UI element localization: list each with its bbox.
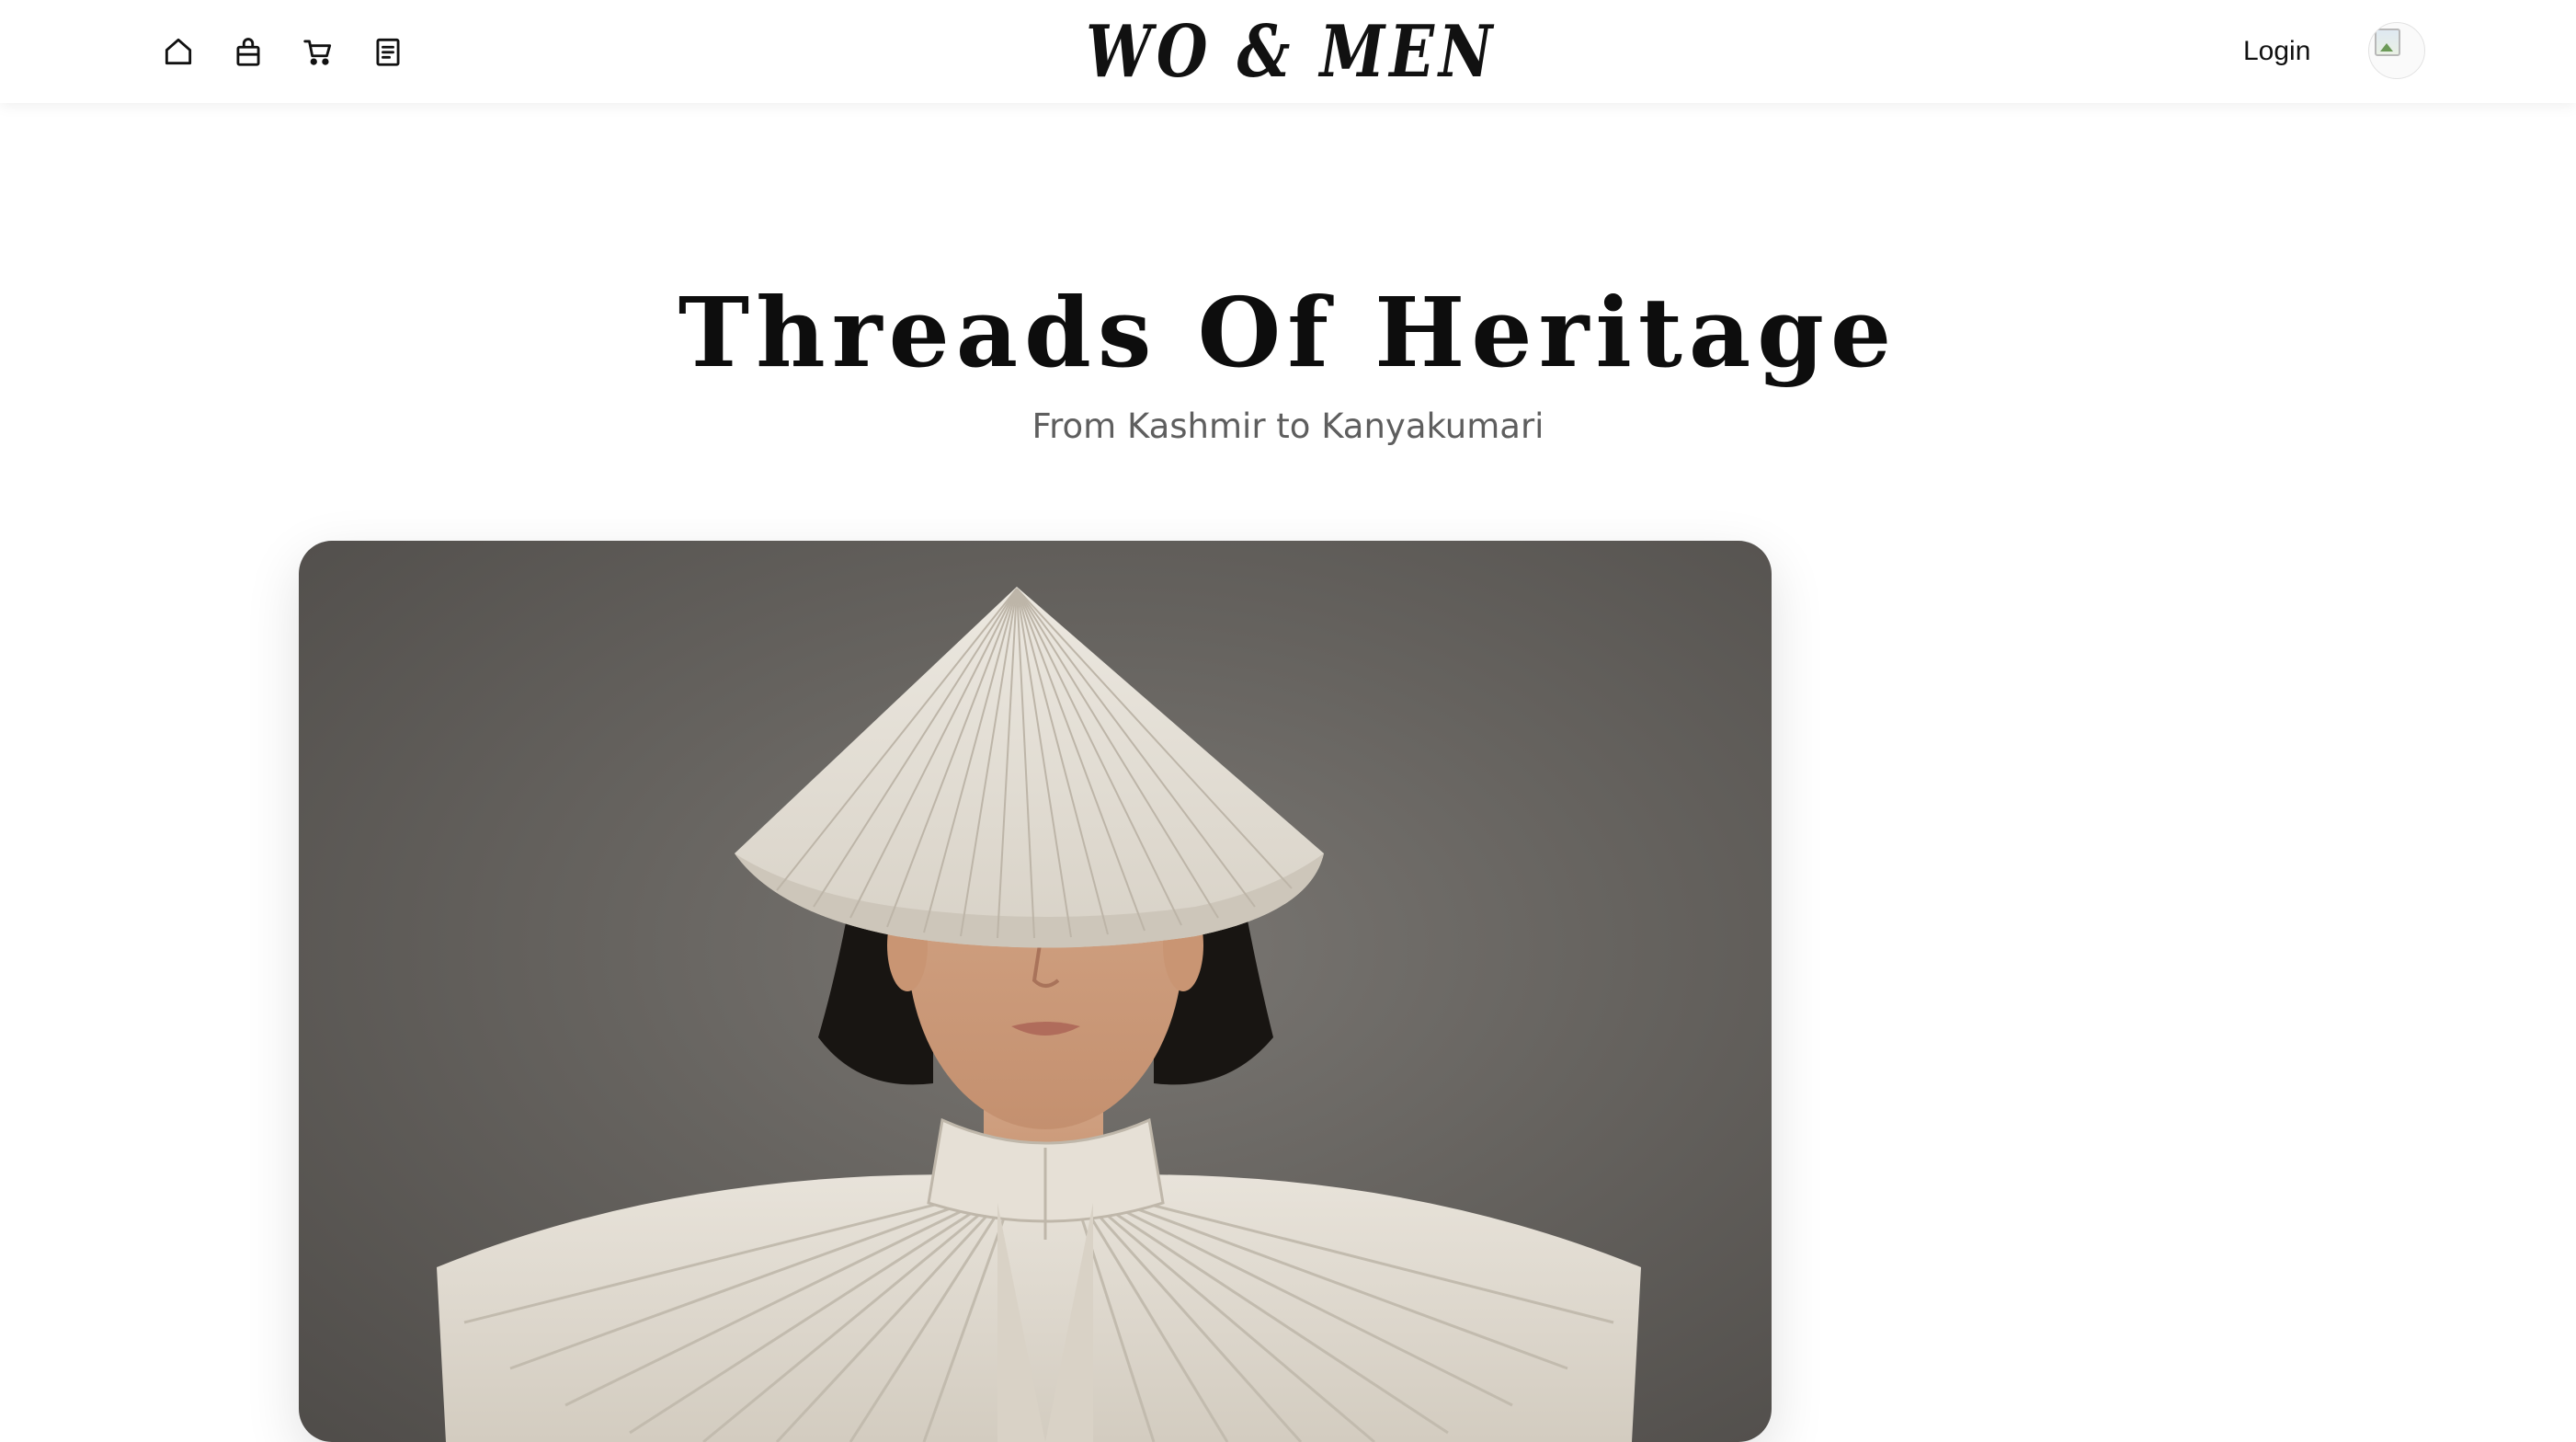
model-photo: [437, 587, 1641, 1442]
header-nav: [156, 29, 436, 74]
cart-icon[interactable]: [296, 29, 340, 74]
home-icon[interactable]: [156, 29, 200, 74]
login-link[interactable]: Login: [2243, 29, 2310, 74]
hero-title: Threads Of Heritage: [678, 276, 1898, 389]
hero-subtitle: From Kashmir to Kanyakumari: [1032, 406, 1544, 446]
orders-icon[interactable]: [366, 29, 410, 74]
user-avatar[interactable]: [2368, 22, 2425, 79]
brand-logo[interactable]: WO & MEN: [1086, 6, 1492, 97]
site-header: WO & MEN Login: [0, 0, 2576, 103]
shopping-bag-icon[interactable]: [226, 29, 270, 74]
broken-image-icon: [2375, 29, 2400, 56]
brand-logo-text: WO & MEN: [1086, 9, 1498, 94]
featured-collection-image[interactable]: [299, 541, 1772, 1442]
